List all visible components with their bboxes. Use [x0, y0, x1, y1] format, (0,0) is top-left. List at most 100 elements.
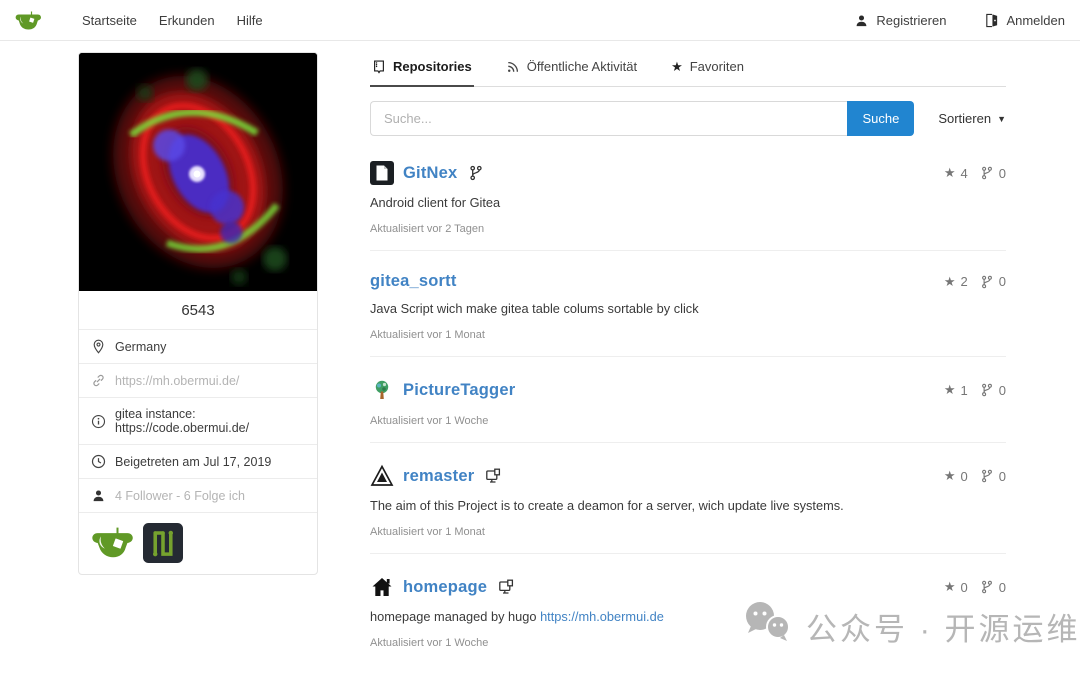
person-icon — [91, 488, 106, 503]
repo-description-link[interactable]: https://mh.obermui.de — [540, 609, 664, 624]
repo-item-homepage: homepage ★ 0 0 homepage managed by hug — [370, 554, 1006, 664]
sort-label: Sortieren — [938, 111, 991, 126]
sign-in-icon — [984, 13, 999, 28]
search-input[interactable] — [370, 101, 847, 136]
repo-item-picturetagger: PictureTagger ★ 1 0 Aktualisiert vor 1 W… — [370, 357, 1006, 443]
git-branch-icon[interactable] — [980, 383, 994, 397]
link-icon — [91, 373, 106, 388]
profile-bio-row: gitea instance: https://code.obermui.de/ — [79, 397, 317, 444]
top-navbar: Startseite Erkunden Hilfe Registrieren A… — [0, 0, 1080, 41]
repo-link[interactable]: PictureTagger — [403, 381, 515, 400]
fork-count: 0 — [999, 274, 1006, 289]
repo-description: Android client for Gitea — [370, 195, 1006, 210]
person-icon — [854, 13, 869, 28]
repo-updated: Aktualisiert vor 1 Woche — [370, 637, 1006, 649]
repo-item-remaster: remaster ★ 0 0 The aim of this Project i… — [370, 443, 1006, 554]
fork-icon — [468, 165, 484, 181]
profile-sidebar: 6543 Germany https://mh.obermui.de/ gite… — [78, 52, 318, 575]
profile-username: 6543 — [79, 291, 317, 329]
repo-link[interactable]: remaster — [403, 467, 474, 486]
repo-head: homepage ★ 0 0 — [370, 575, 1006, 599]
repo-head: remaster ★ 0 0 — [370, 464, 1006, 488]
repo-updated: Aktualisiert vor 2 Tagen — [370, 223, 1006, 235]
profile-joined: Beigetreten am Jul 17, 2019 — [115, 455, 271, 469]
git-branch-icon[interactable] — [980, 469, 994, 483]
git-branch-icon[interactable] — [980, 166, 994, 180]
nav-anmelden-label: Anmelden — [1006, 13, 1065, 28]
repo-link[interactable]: GitNex — [403, 164, 457, 183]
repo-stats: ★ 0 0 — [944, 468, 1006, 484]
fork-count: 0 — [999, 469, 1006, 484]
star-count: 0 — [961, 580, 968, 595]
star-icon[interactable]: ★ — [944, 274, 956, 290]
tree-avatar — [370, 378, 394, 402]
repo-description: The aim of this Project is to create a d… — [370, 498, 1006, 513]
triangle-avatar — [370, 464, 394, 488]
fork-count: 0 — [999, 166, 1006, 181]
star-count: 2 — [961, 274, 968, 289]
nebula-image — [79, 53, 317, 291]
repo-stats: ★ 2 0 — [944, 274, 1006, 290]
tab-favoriten-label: Favoriten — [690, 59, 744, 74]
repo-updated: Aktualisiert vor 1 Monat — [370, 526, 1006, 538]
tab-favoriten[interactable]: ★ Favoriten — [669, 53, 746, 87]
nav-hilfe[interactable]: Hilfe — [237, 13, 263, 28]
clock-icon — [91, 454, 106, 469]
mirror-icon — [498, 579, 514, 595]
fork-count: 0 — [999, 383, 1006, 398]
repo-stats: ★ 4 0 — [944, 165, 1006, 181]
profile-website-row[interactable]: https://mh.obermui.de/ — [79, 363, 317, 397]
nav-erkunden[interactable]: Erkunden — [159, 13, 215, 28]
tab-repositories[interactable]: Repositories — [370, 53, 474, 87]
repo-stats: ★ 1 0 — [944, 382, 1006, 398]
star-icon[interactable]: ★ — [944, 579, 956, 595]
repo-link[interactable]: homepage — [403, 578, 487, 597]
tab-public-activity-label: Öffentliche Aktivität — [527, 59, 637, 74]
profile-organizations — [79, 512, 317, 574]
nav-registrieren[interactable]: Registrieren — [854, 13, 946, 28]
sort-dropdown[interactable]: Sortieren ▼ — [938, 111, 1006, 126]
star-count: 4 — [961, 166, 968, 181]
rss-icon — [506, 60, 520, 74]
star-icon: ★ — [671, 60, 683, 73]
repo-head: gitea_sortt ★ 2 0 — [370, 272, 1006, 291]
git-branch-icon[interactable] — [980, 275, 994, 289]
fork-count: 0 — [999, 580, 1006, 595]
nav-startseite[interactable]: Startseite — [82, 13, 137, 28]
gitea-profile-page: Startseite Erkunden Hilfe Registrieren A… — [0, 0, 1080, 676]
star-icon[interactable]: ★ — [944, 468, 956, 484]
repo-updated: Aktualisiert vor 1 Monat — [370, 329, 1006, 341]
search-button[interactable]: Suche — [847, 101, 914, 136]
location-pin-icon — [91, 339, 106, 354]
main-content: Repositories Öffentliche Aktivität ★ Fav… — [370, 53, 1006, 664]
nav-anmelden[interactable]: Anmelden — [984, 13, 1065, 28]
gitea-logo-icon[interactable] — [15, 8, 42, 33]
tab-repositories-label: Repositories — [393, 59, 472, 74]
mirror-icon — [485, 468, 501, 484]
nav-registrieren-label: Registrieren — [876, 13, 946, 28]
repo-description: Java Script wich make gitea table colums… — [370, 301, 1006, 316]
repo-item-gitnex: GitNex ★ 4 0 Android client for Gitea Ak… — [370, 140, 1006, 251]
repo-stats: ★ 0 0 — [944, 579, 1006, 595]
circuit-org-avatar[interactable] — [143, 523, 183, 563]
star-icon[interactable]: ★ — [944, 165, 956, 181]
info-icon — [91, 414, 106, 429]
chevron-down-icon: ▼ — [997, 114, 1006, 124]
tab-public-activity[interactable]: Öffentliche Aktivität — [504, 53, 639, 87]
apk-file-avatar — [370, 161, 394, 185]
profile-location-row: Germany — [79, 329, 317, 363]
repo-head: GitNex ★ 4 0 — [370, 161, 1006, 185]
star-icon[interactable]: ★ — [944, 382, 956, 398]
profile-avatar[interactable] — [79, 53, 317, 291]
repo-description: homepage managed by hugo https://mh.ober… — [370, 609, 1006, 624]
git-branch-icon[interactable] — [980, 580, 994, 594]
star-count: 1 — [961, 383, 968, 398]
profile-followers-row[interactable]: 4 Follower - 6 Folge ich — [79, 478, 317, 512]
repo-searchbar: Suche Sortieren ▼ — [370, 101, 1006, 136]
repo-updated: Aktualisiert vor 1 Woche — [370, 415, 1006, 427]
star-count: 0 — [961, 469, 968, 484]
repo-link[interactable]: gitea_sortt — [370, 272, 457, 291]
profile-bio: gitea instance: https://code.obermui.de/ — [115, 407, 305, 435]
profile-joined-row: Beigetreten am Jul 17, 2019 — [79, 444, 317, 478]
gitea-cup-org-avatar[interactable] — [90, 524, 134, 562]
